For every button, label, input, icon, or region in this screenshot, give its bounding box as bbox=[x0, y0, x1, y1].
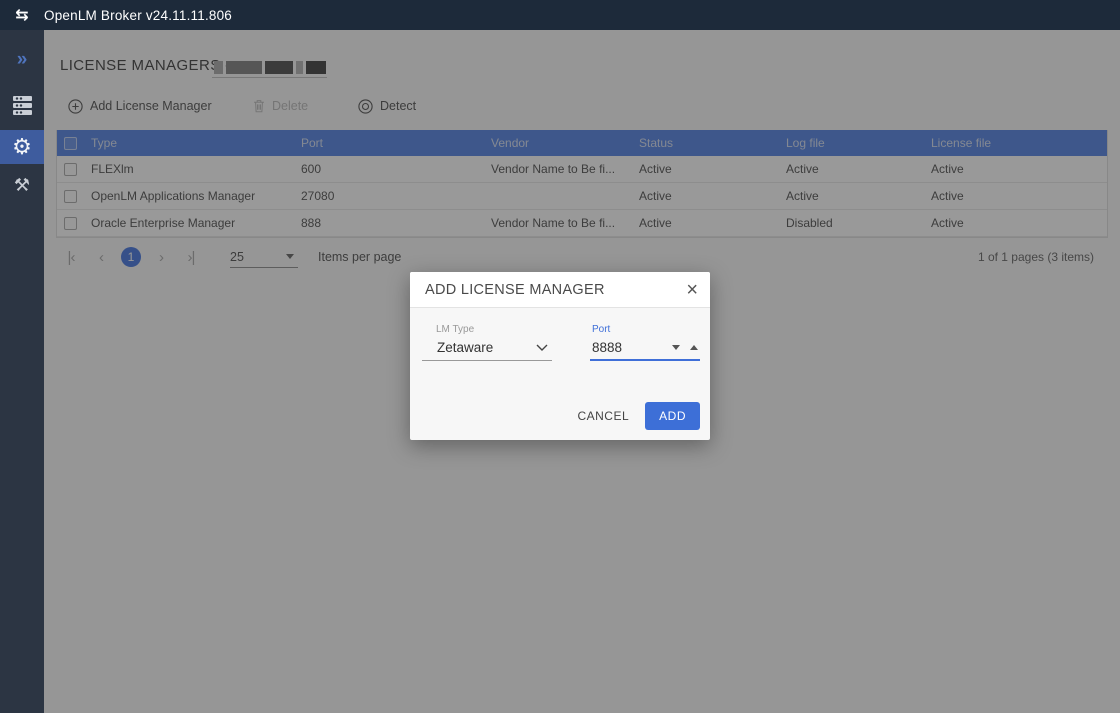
port-field: Port 8888 bbox=[590, 324, 700, 361]
sidebar: » ⚙ ⚒ bbox=[0, 30, 44, 713]
gear-icon: ⚙ bbox=[12, 134, 32, 159]
sidebar-item-tools[interactable]: ⚒ bbox=[0, 168, 44, 202]
caret-up-icon[interactable] bbox=[690, 344, 698, 350]
sidebar-item-servers[interactable] bbox=[0, 88, 44, 122]
dialog-body: LM Type Zetaware Port 8888 CANCEL ADD bbox=[410, 308, 710, 440]
app-window: ⇆ OpenLM Broker v24.11.11.806 » ⚙ ⚒ LICE… bbox=[0, 0, 1120, 713]
app-title: OpenLM Broker v24.11.11.806 bbox=[44, 7, 233, 23]
content-area: LICENSE MANAGERS - Add License Manager D… bbox=[44, 30, 1120, 713]
dialog-footer: CANCEL ADD bbox=[571, 401, 700, 431]
port-combobox[interactable]: 8888 bbox=[590, 335, 700, 361]
double-chevron-right-icon: » bbox=[16, 48, 28, 70]
port-value: 8888 bbox=[592, 339, 623, 355]
lm-type-field: LM Type Zetaware bbox=[422, 324, 552, 361]
add-button[interactable]: ADD bbox=[645, 402, 700, 430]
dialog-title: ADD LICENSE MANAGER bbox=[425, 281, 605, 298]
caret-down-icon[interactable] bbox=[672, 344, 680, 350]
dialog-header: ADD LICENSE MANAGER × bbox=[410, 272, 710, 308]
topbar: ⇆ OpenLM Broker v24.11.11.806 bbox=[0, 0, 1120, 30]
cancel-button[interactable]: CANCEL bbox=[571, 401, 635, 431]
lm-type-value: Zetaware bbox=[437, 340, 494, 355]
add-license-manager-dialog: ADD LICENSE MANAGER × LM Type Zetaware P… bbox=[410, 272, 710, 440]
sidebar-expand-button[interactable]: » bbox=[0, 44, 44, 74]
server-stack-icon bbox=[12, 95, 32, 115]
lm-type-dropdown[interactable]: Zetaware bbox=[422, 335, 552, 361]
sidebar-item-settings[interactable]: ⚙ bbox=[0, 130, 44, 164]
app-logo-icon: ⇆ bbox=[15, 7, 29, 24]
chevron-down-icon bbox=[536, 344, 548, 351]
port-label: Port bbox=[592, 324, 611, 335]
lm-type-label: LM Type bbox=[436, 324, 475, 335]
close-icon[interactable]: × bbox=[686, 280, 698, 300]
tools-icon: ⚒ bbox=[13, 175, 31, 195]
